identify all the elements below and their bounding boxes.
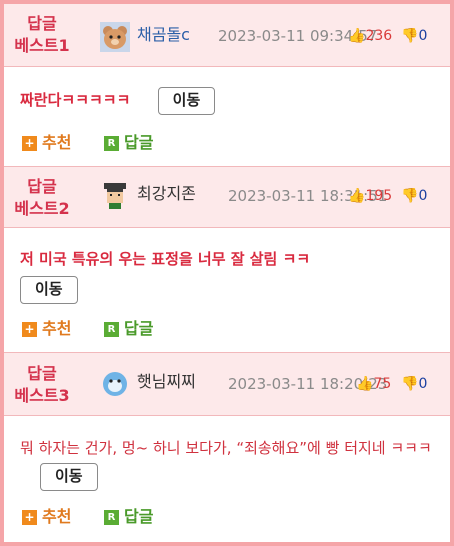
thumbs-down-icon: 👎 — [401, 376, 419, 392]
reply-text: 뭐 하자는 건가, 멍~ 하니 보다가, “죄송해요”에 빵 터지네 ㅋㅋㅋ — [20, 439, 432, 457]
downvote-count: 0 — [418, 188, 428, 204]
divider — [4, 227, 450, 228]
plus-icon: + — [22, 321, 37, 337]
move-button[interactable]: 이동 — [20, 275, 78, 304]
title-line1: 답글 — [27, 14, 57, 33]
reply-button[interactable]: R 답글 — [104, 319, 153, 339]
reply-r-icon: R — [104, 135, 119, 151]
reply-r-icon: R — [104, 509, 119, 525]
divider — [4, 415, 450, 416]
recommend-label: 추천 — [42, 133, 72, 152]
avatar-blue-character-icon — [100, 368, 130, 398]
upvote-count: 195 — [365, 188, 393, 204]
title-line1: 답글 — [27, 177, 57, 196]
reply-content: 짜란다ㅋㅋㅋㅋㅋ 이동 — [20, 86, 430, 115]
reply-content: 저 미국 특유의 우는 표정을 너무 잘 살림 ㅋㅋ 이동 — [20, 245, 430, 304]
recommend-label: 추천 — [42, 319, 72, 338]
reply-button[interactable]: R 답글 — [104, 133, 153, 153]
downvote-count: 0 — [418, 376, 428, 392]
title-line2: 베스트1 — [14, 36, 70, 55]
nickname-link[interactable]: 최강지존 — [137, 184, 196, 204]
upvote-button[interactable]: 👍236 — [348, 26, 392, 46]
reply-r-icon: R — [104, 321, 119, 337]
nickname-link[interactable]: 햇님찌찌 — [137, 372, 196, 392]
downvote-count: 0 — [418, 28, 428, 44]
avatar-bear-icon — [100, 22, 130, 52]
thumbs-up-icon: 👍 — [356, 376, 374, 392]
recommend-label: 추천 — [42, 507, 72, 526]
upvote-count: 236 — [365, 28, 393, 44]
thumbs-down-icon: 👎 — [401, 188, 419, 204]
nickname-link[interactable]: 채곰돌c — [137, 25, 190, 45]
upvote-count: 75 — [373, 376, 392, 392]
recommend-button[interactable]: + 추천 — [22, 133, 71, 153]
plus-icon: + — [22, 135, 37, 151]
reply-label: 답글 — [124, 507, 154, 526]
reply-button[interactable]: R 답글 — [104, 507, 153, 527]
title-line2: 베스트3 — [14, 386, 70, 405]
move-button[interactable]: 이동 — [157, 86, 216, 115]
downvote-button[interactable]: 👎0 — [401, 26, 427, 46]
reply-rank-title: 답글 베스트2 — [4, 176, 80, 220]
thumbs-up-icon: 👍 — [348, 28, 366, 44]
avatar-pixel-character-icon — [100, 180, 130, 210]
title-line1: 답글 — [27, 364, 57, 383]
title-line2: 베스트2 — [14, 199, 70, 218]
reply-label: 답글 — [124, 319, 154, 338]
reply-content: 뭐 하자는 건가, 멍~ 하니 보다가, “죄송해요”에 빵 터지네 ㅋㅋㅋ 이… — [20, 434, 432, 491]
reply-label: 답글 — [124, 133, 154, 152]
thumbs-up-icon: 👍 — [348, 188, 366, 204]
recommend-button[interactable]: + 추천 — [22, 507, 71, 527]
reply-text: 짜란다ㅋㅋㅋㅋㅋ — [20, 91, 131, 109]
downvote-button[interactable]: 👎0 — [401, 374, 427, 394]
move-button[interactable]: 이동 — [40, 462, 98, 491]
reply-rank-title: 답글 베스트1 — [4, 13, 80, 57]
recommend-button[interactable]: + 추천 — [22, 319, 71, 339]
downvote-button[interactable]: 👎0 — [401, 186, 427, 206]
reply-text: 저 미국 특유의 우는 표정을 너무 잘 살림 ㅋㅋ — [20, 250, 311, 268]
divider — [4, 66, 450, 67]
reply-rank-title: 답글 베스트3 — [4, 363, 80, 407]
upvote-button[interactable]: 👍195 — [348, 186, 392, 206]
plus-icon: + — [22, 509, 37, 525]
upvote-button[interactable]: 👍75 — [356, 374, 391, 394]
thumbs-down-icon: 👎 — [401, 28, 419, 44]
